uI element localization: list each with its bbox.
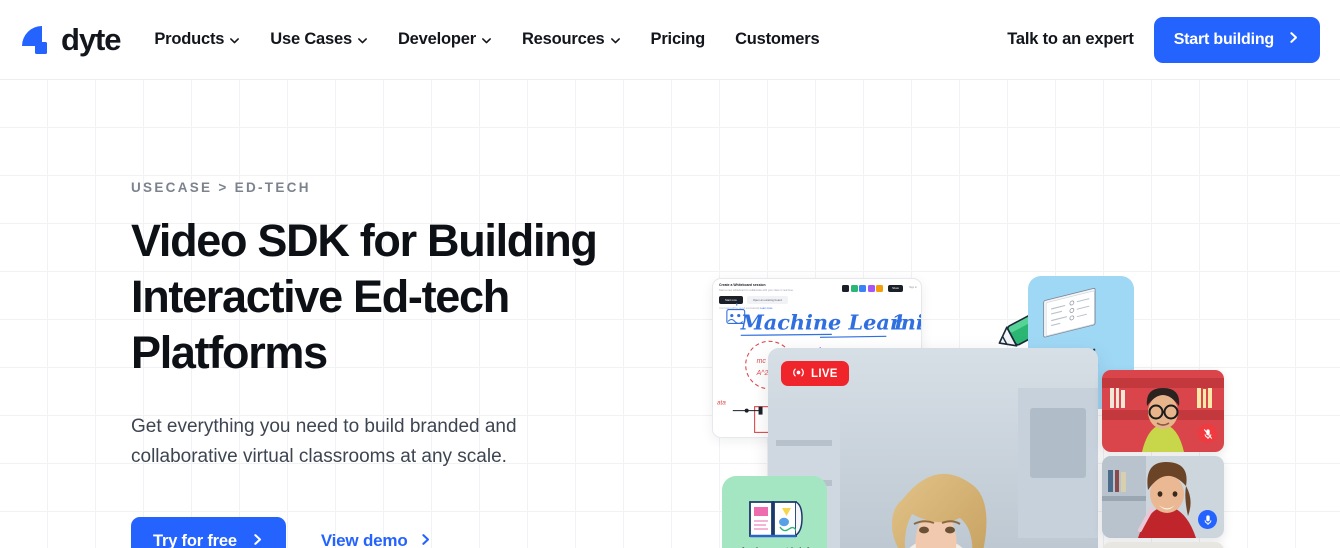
chevron-down-icon xyxy=(481,35,492,46)
view-demo-label: View demo xyxy=(320,531,408,548)
nav-item-pricing[interactable]: Pricing xyxy=(651,30,706,49)
start-building-button[interactable]: Start building xyxy=(1153,16,1320,63)
start-building-label: Start building xyxy=(1173,30,1275,48)
hero-section: USECASE > ED-TECH Video SDK for Building… xyxy=(0,80,1340,548)
hero-subtitle: Get everything you need to build branded… xyxy=(131,416,517,467)
broadcast-icon xyxy=(792,366,805,382)
live-badge: LIVE xyxy=(781,361,849,386)
student-video-tile[interactable] xyxy=(1102,542,1224,548)
nav-item-resources[interactable]: Resources xyxy=(522,30,621,49)
nav-label: Developer xyxy=(397,30,476,48)
open-book-icon xyxy=(748,501,803,538)
student-video-frame xyxy=(1102,542,1224,548)
mic-off-icon[interactable] xyxy=(1198,424,1217,443)
chevron-right-icon xyxy=(251,532,264,548)
nav-label: Pricing xyxy=(650,30,706,48)
notebook-icon xyxy=(1043,288,1096,338)
svg-text:A^2: A^2 xyxy=(756,370,769,377)
brand-logo[interactable]: dyte xyxy=(20,22,121,57)
mic-on-icon[interactable] xyxy=(1198,510,1217,529)
chevron-right-icon xyxy=(1287,31,1300,49)
svg-text:mc: mc xyxy=(757,358,767,365)
assignment-brief-card: Assignment brief xyxy=(722,476,827,548)
whiteboard-title: Create a Whiteboard session xyxy=(719,283,766,287)
svg-text:ata: ata xyxy=(717,400,726,407)
hero-illustration: Create a Whiteboard session Start a new … xyxy=(690,270,1310,548)
talk-to-expert-link[interactable]: Talk to an expert xyxy=(1007,30,1134,49)
nav-label: Resources xyxy=(521,30,605,48)
whiteboard-subtitle: Start a new whiteboard to collaborate wi… xyxy=(719,289,794,292)
student-video-tile[interactable] xyxy=(1102,370,1224,452)
whiteboard-signin-button[interactable]: Sign in xyxy=(909,286,917,289)
chevron-down-icon xyxy=(610,35,621,46)
chevron-right-icon xyxy=(419,531,432,548)
whiteboard-color-swatches[interactable] xyxy=(842,285,883,292)
hero-actions: Try for free View demo xyxy=(131,517,600,548)
nav-item-use-cases[interactable]: Use Cases xyxy=(270,30,368,49)
nav-label: Use Cases xyxy=(270,30,352,48)
view-demo-link[interactable]: View demo xyxy=(321,531,432,548)
hero-copy: USECASE > ED-TECH Video SDK for Building… xyxy=(0,80,600,548)
live-badge-label: LIVE xyxy=(811,367,838,380)
try-for-free-label: Try for free xyxy=(153,531,237,548)
nav-label: Customers xyxy=(735,30,820,48)
header-actions: Talk to an expert Start building xyxy=(1007,16,1320,63)
try-for-free-button[interactable]: Try for free xyxy=(131,517,286,548)
student-video-tile[interactable] xyxy=(1102,456,1224,538)
whiteboard-toolbar: Create a Whiteboard session Start a new … xyxy=(713,279,921,310)
primary-navigation: Products Use Cases Developer Resources P… xyxy=(154,30,819,49)
nav-item-developer[interactable]: Developer xyxy=(398,30,492,49)
dyte-logo-icon xyxy=(20,24,54,56)
svg-text:1: 1 xyxy=(891,309,905,334)
nav-item-products[interactable]: Products xyxy=(154,30,240,49)
breadcrumb: USECASE > ED-TECH xyxy=(131,180,311,195)
whiteboard-share-button[interactable]: Share xyxy=(888,285,903,292)
nav-item-customers[interactable]: Customers xyxy=(735,30,820,49)
chevron-down-icon xyxy=(229,35,240,46)
page-title: Video SDK for Building Interactive Ed-te… xyxy=(131,215,598,378)
site-header: dyte Products Use Cases Developer Resour… xyxy=(0,0,1340,80)
chevron-down-icon xyxy=(357,35,368,46)
nav-label: Products xyxy=(154,30,225,48)
brand-name: dyte xyxy=(61,22,121,57)
